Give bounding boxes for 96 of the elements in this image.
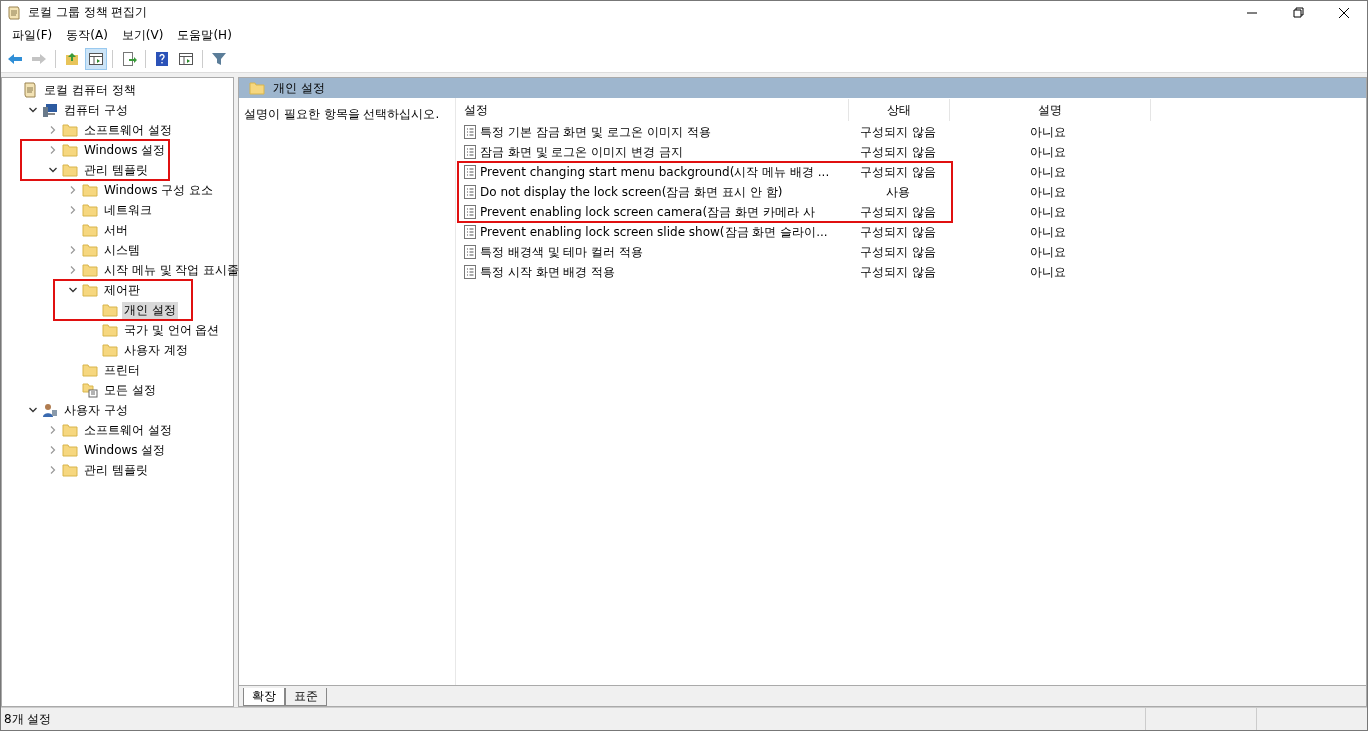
policy-name[interactable]: Do not display the lock screen(잠금 화면 표시 안 함) [480, 183, 783, 201]
section-title: 개인 설정 [273, 79, 325, 97]
state-cell-text: 구성되지 않음 [859, 223, 937, 241]
export-list-icon [121, 51, 137, 67]
tree-item[interactable]: 관리 템플릿 [82, 161, 150, 179]
comment-cell-text: 아니요 [1029, 203, 1067, 221]
comment-cell-text: 아니요 [1029, 263, 1067, 281]
tree-item[interactable]: 시스템 [102, 241, 142, 259]
folder-icon [82, 362, 98, 378]
policy-name[interactable]: 특정 시작 화면 배경 적용 [480, 263, 616, 281]
tree-item[interactable]: 프린터 [102, 361, 142, 379]
menu-item[interactable]: 도움말(H) [170, 26, 239, 44]
state-cell-text: 구성되지 않음 [859, 143, 937, 161]
help-icon [154, 51, 170, 67]
folder-icon [62, 162, 78, 178]
folder-up-icon [64, 51, 80, 67]
folder-icon [62, 442, 78, 458]
column-header[interactable]: 상태 [849, 99, 950, 121]
tree-item[interactable]: 네트워크 [102, 201, 154, 219]
folder-icon [82, 262, 98, 278]
tree-item[interactable]: 모든 설정 [102, 381, 158, 399]
comment-cell-text: 아니요 [1029, 163, 1067, 181]
folder-icon [102, 322, 118, 338]
tree-item[interactable]: 개인 설정 [122, 301, 178, 319]
policy-icon [464, 205, 476, 219]
tree-item[interactable]: 사용자 계정 [122, 341, 190, 359]
tree-item[interactable]: 컴퓨터 구성 [62, 101, 130, 119]
window-title: 로컬 그룹 정책 편집기 [28, 4, 148, 21]
policy-name[interactable]: 특정 배경색 및 테마 컬러 적용 [480, 243, 644, 261]
folder-icon [249, 80, 265, 96]
state-cell-text: 사용 [885, 183, 911, 201]
policy-icon [464, 145, 476, 159]
view-tab[interactable]: 확장 [243, 688, 285, 706]
pane-icon [88, 51, 104, 67]
policy-icon [464, 185, 476, 199]
left-arrow-icon [7, 51, 23, 67]
folder-icon [62, 122, 78, 138]
view-tab[interactable]: 표준 [285, 688, 327, 706]
document-icon [22, 82, 38, 98]
policy-icon [464, 225, 476, 239]
right-arrow-icon [31, 51, 47, 67]
policy-name[interactable]: Prevent changing start menu background(시작 메뉴 배경 ... [480, 163, 830, 181]
status-text: 8개 설정 [3, 710, 53, 728]
folder-icon [102, 302, 118, 318]
pane-icon [178, 51, 194, 67]
folder-icon [62, 142, 78, 158]
tree-item[interactable]: 서버 [102, 221, 130, 239]
description-text: 설명이 필요한 항목을 선택하십시오. [244, 107, 440, 121]
comment-cell-text: 아니요 [1029, 143, 1067, 161]
tree-item[interactable]: 국가 및 언어 옵션 [122, 321, 222, 339]
state-cell-text: 구성되지 않음 [859, 123, 937, 141]
comment-cell-text: 아니요 [1029, 183, 1067, 201]
tree-item[interactable]: 사용자 구성 [62, 401, 130, 419]
folder-icon [62, 422, 78, 438]
folder-icon [82, 202, 98, 218]
state-cell-text: 구성되지 않음 [859, 243, 937, 261]
folder-icon [82, 222, 98, 238]
policy-name[interactable]: 특정 기본 잠금 화면 및 로그온 이미지 적용 [480, 123, 711, 141]
tree-item[interactable]: Windows 설정 [82, 141, 168, 159]
state-cell-text: 구성되지 않음 [859, 203, 937, 221]
comment-cell-text: 아니요 [1029, 243, 1067, 261]
tree-item[interactable]: 시작 메뉴 및 작업 표시줄 [102, 261, 242, 279]
column-header[interactable]: 설명 [950, 99, 1151, 121]
policy-icon [464, 165, 476, 179]
folder-icon [82, 182, 98, 198]
toolbar-button[interactable] [85, 48, 107, 70]
menu-item[interactable]: 보기(V) [114, 26, 171, 44]
policy-name[interactable]: Prevent enabling lock screen camera(잠금 화면 카메라 사 [480, 203, 815, 221]
tree-item[interactable]: Windows 설정 [82, 441, 168, 459]
menu-item[interactable]: 동작(A) [59, 26, 115, 44]
policy-name[interactable]: Prevent enabling lock screen slide show(잠금 화면 슬라이... [480, 223, 828, 241]
user-icon [42, 402, 58, 418]
folder-icon [82, 242, 98, 258]
app-icon [6, 4, 22, 21]
state-cell-text: 구성되지 않음 [859, 163, 937, 181]
computer-icon [42, 102, 58, 118]
folder-icon [102, 342, 118, 358]
comment-cell-text: 아니요 [1029, 123, 1067, 141]
comment-cell-text: 아니요 [1029, 223, 1067, 241]
menu-item[interactable]: 파일(F) [5, 26, 60, 44]
tree-item[interactable]: 로컬 컴퓨터 정책 [42, 81, 138, 99]
column-header[interactable]: 설정 [464, 99, 849, 121]
tree-item[interactable]: 소프트웨어 설정 [82, 121, 174, 139]
policy-icon [464, 125, 476, 139]
tree-item[interactable]: 제어판 [102, 281, 142, 299]
folder-icon [62, 462, 78, 478]
tree-item[interactable]: 소프트웨어 설정 [82, 421, 174, 439]
policy-icon [464, 265, 476, 279]
folder-icon [82, 282, 98, 298]
filter-icon [211, 51, 227, 67]
policy-name[interactable]: 잠금 화면 및 로그온 이미지 변경 금지 [480, 143, 683, 161]
settings-list-icon [82, 382, 98, 398]
tree-item[interactable]: 관리 템플릿 [82, 461, 150, 479]
policy-icon [464, 245, 476, 259]
state-cell-text: 구성되지 않음 [859, 263, 937, 281]
tree-item[interactable]: Windows 구성 요소 [102, 181, 216, 199]
